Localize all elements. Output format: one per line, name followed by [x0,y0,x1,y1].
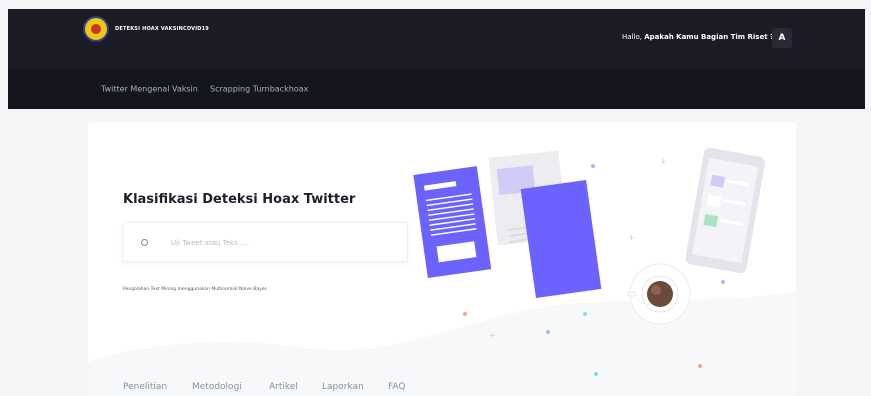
footer-link-faq[interactable]: FAQ [388,382,405,392]
search-box[interactable] [123,222,408,262]
footer-link-artikel[interactable]: Artikel [269,382,298,392]
search-icon [141,239,148,246]
svg-text:+: + [660,157,667,166]
greeting-question: Apakah Kamu Bagian Tim Riset ? [644,33,775,41]
nav-item-twitter-mengenal-vaksin[interactable]: Twitter Mengenal Vaksin [101,85,198,94]
brand[interactable]: DETEKSI HOAX VAKSINCOVID19 [83,16,209,42]
page-title: Klasifikasi Deteksi Hoax Twitter [123,192,356,207]
brand-name: DETEKSI HOAX VAKSINCOVID19 [115,26,209,32]
footer-link-penelitian[interactable]: Penelitian [123,382,167,392]
greeting-prefix: Hallo, [622,33,642,41]
footer-link-metodologi[interactable]: Metodologi [192,382,242,392]
brand-logo [83,16,109,42]
footer-link-laporkan[interactable]: Laporkan [322,382,364,392]
search-input[interactable] [171,235,391,251]
hero-subtitle: Pengolahan Text Mining menggunakan Multi… [123,287,267,292]
avatar[interactable]: A [772,28,792,48]
hero-card: + + + Klasifikasi Deteksi Hoax Twitter U… [88,122,796,396]
greeting: Hallo, Apakah Kamu Bagian Tim Riset ? [622,33,774,41]
svg-text:+: + [489,331,496,340]
svg-text:+: + [628,233,635,242]
nav-item-scrapping-turnbackhoax[interactable]: Scrapping Turnbackhoax [210,85,308,94]
